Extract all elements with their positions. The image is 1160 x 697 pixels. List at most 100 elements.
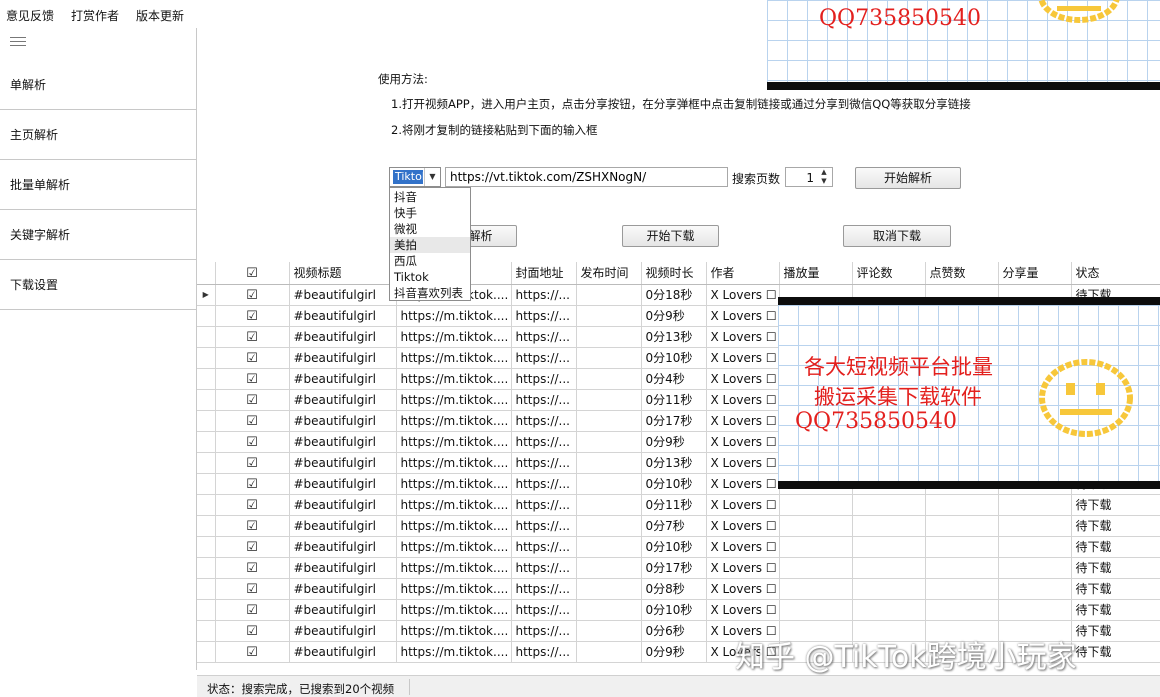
- row-header[interactable]: [197, 473, 216, 495]
- row-header[interactable]: [197, 410, 216, 432]
- column-header[interactable]: 视频时长: [641, 262, 707, 285]
- cell-date: [576, 431, 642, 453]
- table-row[interactable]: ☑ #beautifulgirl https://m.tiktok.... https…: [197, 536, 1160, 558]
- url-input[interactable]: [445, 167, 728, 187]
- row-checkbox[interactable]: ☑: [215, 494, 290, 516]
- checkbox-checked-icon: ☑: [246, 265, 258, 281]
- sidebar-item-keyword-parse[interactable]: 关键字解析: [0, 210, 196, 260]
- column-header[interactable]: 视频标题: [289, 262, 397, 285]
- row-header[interactable]: [197, 536, 216, 558]
- row-checkbox[interactable]: ☑: [215, 368, 290, 390]
- column-header[interactable]: 分享量: [998, 262, 1072, 285]
- sidebar-item-homepage-parse[interactable]: 主页解析: [0, 110, 196, 160]
- row-checkbox[interactable]: ☑: [215, 347, 290, 369]
- row-header[interactable]: [197, 578, 216, 600]
- sidebar-item-download-settings[interactable]: 下载设置: [0, 260, 196, 310]
- cell-title: #beautifulgirl: [289, 305, 397, 327]
- row-checkbox[interactable]: ☑: [215, 284, 290, 306]
- platform-option[interactable]: 抖音喜欢列表: [390, 285, 470, 301]
- table-row[interactable]: ☑ #beautifulgirl https://m.tiktok.... https…: [197, 515, 1160, 537]
- platform-option[interactable]: 西瓜: [390, 253, 470, 269]
- menu-tip-author[interactable]: 打赏作者: [71, 7, 119, 24]
- row-checkbox[interactable]: ☑: [215, 305, 290, 327]
- row-header[interactable]: [197, 305, 216, 327]
- column-header[interactable]: 播放量: [779, 262, 853, 285]
- start-download-button[interactable]: 开始下载: [622, 225, 719, 247]
- select-all-checkbox[interactable]: ☑: [215, 262, 290, 285]
- checkbox-checked-icon: ☑: [246, 476, 258, 492]
- stepper-up-icon[interactable]: ▲: [818, 168, 830, 177]
- table-row[interactable]: ☑ #beautifulgirl https://m.tiktok.... https…: [197, 557, 1160, 579]
- table-row[interactable]: ☑ #beautifulgirl https://m.tiktok.... https…: [197, 494, 1160, 516]
- row-checkbox[interactable]: ☑: [215, 620, 290, 642]
- column-header[interactable]: 状态: [1071, 262, 1160, 285]
- row-header[interactable]: [197, 515, 216, 537]
- row-header[interactable]: [197, 347, 216, 369]
- row-header[interactable]: [197, 494, 216, 516]
- row-header[interactable]: [197, 620, 216, 642]
- cell-url: https://m.tiktok....: [396, 641, 512, 663]
- cell-duration: 0分13秒: [641, 326, 707, 348]
- row-checkbox[interactable]: ☑: [215, 452, 290, 474]
- cell-status: 待下载: [1071, 557, 1160, 579]
- row-checkbox[interactable]: ☑: [215, 473, 290, 495]
- platform-select[interactable]: Tiktok ▼: [389, 167, 441, 187]
- column-header[interactable]: 点赞数: [925, 262, 999, 285]
- cell-cover: https://...: [511, 368, 577, 390]
- platform-option[interactable]: Tiktok: [390, 269, 470, 285]
- cell-duration: 0分10秒: [641, 473, 707, 495]
- pages-stepper[interactable]: 1 ▲ ▼: [785, 167, 833, 187]
- chevron-down-icon[interactable]: ▼: [424, 168, 440, 186]
- checkbox-checked-icon: ☑: [246, 644, 258, 660]
- row-checkbox[interactable]: ☑: [215, 599, 290, 621]
- row-header[interactable]: [197, 641, 216, 663]
- start-parse-button[interactable]: 开始解析: [855, 167, 961, 189]
- cell-duration: 0分17秒: [641, 557, 707, 579]
- hamburger-menu-icon[interactable]: [10, 37, 26, 47]
- row-checkbox[interactable]: ☑: [215, 641, 290, 663]
- row-checkbox[interactable]: ☑: [215, 389, 290, 411]
- row-header[interactable]: [197, 599, 216, 621]
- cell-date: [576, 473, 642, 495]
- row-header[interactable]: [197, 368, 216, 390]
- table-row[interactable]: ☑ #beautifulgirl https://m.tiktok.... https…: [197, 578, 1160, 600]
- cell-author: X Lovers ☐: [706, 557, 780, 579]
- cell-date: [576, 620, 642, 642]
- cell-author: X Lovers ☐: [706, 599, 780, 621]
- column-header[interactable]: 封面地址: [511, 262, 577, 285]
- sidebar-item-single-parse[interactable]: 单解析: [0, 60, 196, 110]
- column-header[interactable]: 评论数: [852, 262, 926, 285]
- row-checkbox[interactable]: ☑: [215, 326, 290, 348]
- column-header[interactable]: 发布时间: [576, 262, 642, 285]
- smiley-icon: [1039, 359, 1133, 437]
- cell-date: [576, 347, 642, 369]
- cancel-download-button[interactable]: 取消下载: [843, 225, 951, 247]
- row-checkbox[interactable]: ☑: [215, 431, 290, 453]
- row-header[interactable]: [197, 326, 216, 348]
- sidebar-item-batch-parse[interactable]: 批量单解析: [0, 160, 196, 210]
- menu-update[interactable]: 版本更新: [136, 7, 184, 24]
- row-checkbox[interactable]: ☑: [215, 410, 290, 432]
- row-checkbox[interactable]: ☑: [215, 578, 290, 600]
- cell-title: #beautifulgirl: [289, 473, 397, 495]
- row-header[interactable]: [197, 452, 216, 474]
- platform-option[interactable]: 微视: [390, 221, 470, 237]
- row-checkbox[interactable]: ☑: [215, 515, 290, 537]
- row-checkbox[interactable]: ☑: [215, 557, 290, 579]
- checkbox-checked-icon: ☑: [246, 497, 258, 513]
- cell-url: https://m.tiktok....: [396, 326, 512, 348]
- cell-duration: 0分13秒: [641, 452, 707, 474]
- platform-option[interactable]: 抖音: [390, 189, 470, 205]
- row-header[interactable]: ▶: [197, 284, 216, 306]
- row-header[interactable]: [197, 557, 216, 579]
- row-checkbox[interactable]: ☑: [215, 536, 290, 558]
- stepper-down-icon[interactable]: ▼: [818, 177, 830, 186]
- cell-author: X Lovers ☐: [706, 410, 780, 432]
- platform-option[interactable]: 快手: [390, 205, 470, 221]
- row-header[interactable]: [197, 431, 216, 453]
- column-header[interactable]: 作者: [706, 262, 780, 285]
- menu-feedback[interactable]: 意见反馈: [6, 7, 54, 24]
- platform-option-highlighted[interactable]: 美拍: [390, 237, 470, 253]
- table-row[interactable]: ☑ #beautifulgirl https://m.tiktok.... https…: [197, 599, 1160, 621]
- row-header[interactable]: [197, 389, 216, 411]
